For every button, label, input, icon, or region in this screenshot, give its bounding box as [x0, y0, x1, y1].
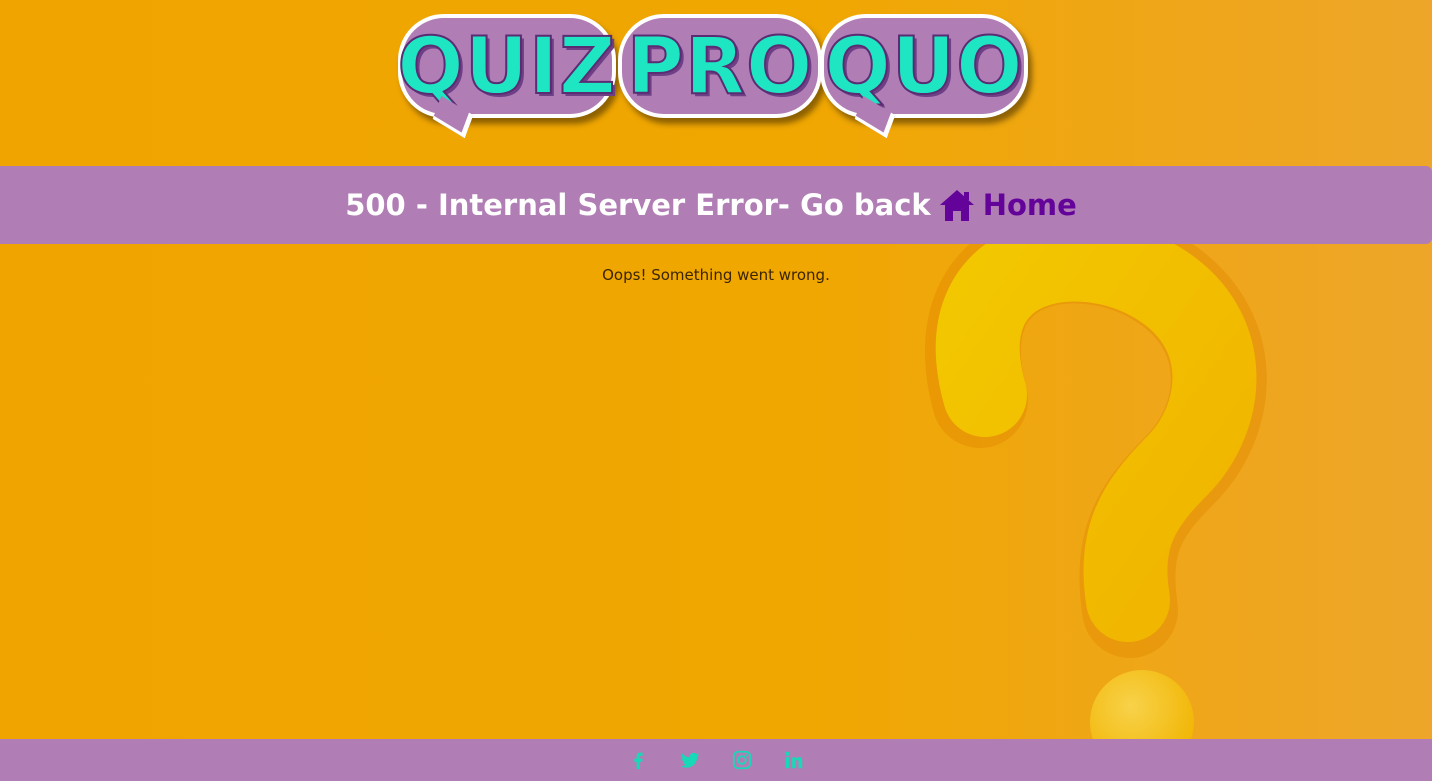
- home-icon: [939, 189, 974, 221]
- linkedin-icon: [785, 751, 803, 769]
- twitter-link[interactable]: [678, 748, 702, 772]
- instagram-link[interactable]: [730, 748, 754, 772]
- logo-word-pro: PRO: [618, 14, 822, 118]
- error-title-text: 500 - Internal Server Error- Go back: [345, 188, 931, 222]
- logo-word-quo: QUO: [820, 14, 1028, 139]
- facebook-icon: [634, 752, 643, 770]
- facebook-link[interactable]: [626, 748, 650, 772]
- logo-word-quiz: QUIZ: [396, 14, 617, 139]
- error-header: 500 - Internal Server Error- Go back Hom…: [0, 166, 1432, 244]
- error-message: Oops! Something went wrong.: [602, 266, 830, 284]
- instagram-icon: [732, 750, 752, 770]
- twitter-icon: [680, 752, 700, 768]
- linkedin-link[interactable]: [782, 748, 806, 772]
- page-title: 500 - Internal Server Error- Go back Hom…: [345, 188, 1077, 222]
- site-logo[interactable]: QUIZ PRO QUO: [396, 14, 1030, 139]
- home-link-label: Home: [982, 188, 1077, 222]
- home-link[interactable]: Home: [939, 188, 1077, 222]
- footer: [0, 739, 1432, 781]
